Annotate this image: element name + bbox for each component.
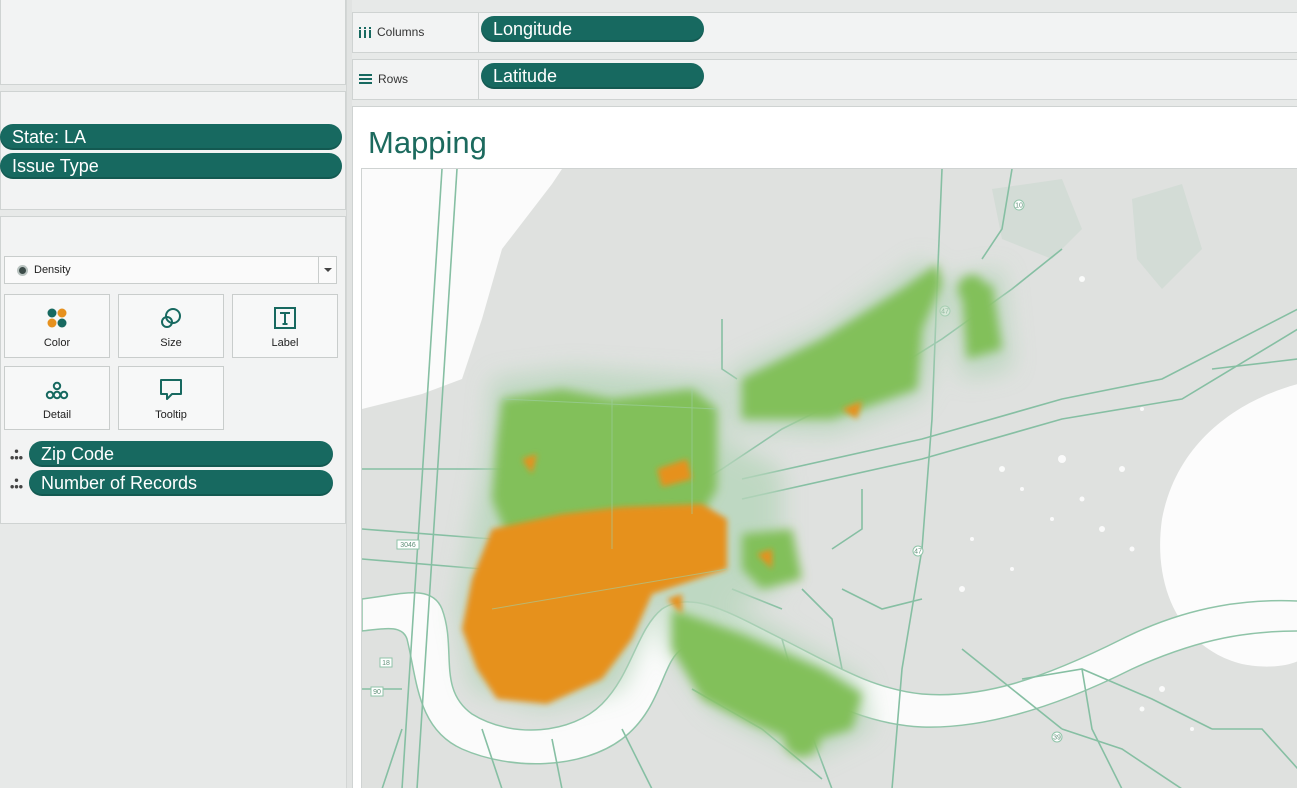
- filter-pill-issue-type[interactable]: Issue Type: [0, 153, 342, 179]
- mark-type-dropdown[interactable]: Density: [4, 256, 337, 284]
- tooltip-card-label: Tooltip: [155, 409, 187, 421]
- tooltip-icon: [160, 379, 182, 400]
- detail-card-label: Detail: [42, 409, 72, 421]
- columns-pill-longitude[interactable]: Longitude: [481, 16, 704, 42]
- map-view[interactable]: 10 47 47 39 18 90 3046: [361, 168, 1297, 788]
- svg-text:90: 90: [373, 689, 381, 696]
- rows-pill-latitude[interactable]: Latitude: [481, 63, 704, 89]
- color-icon: [47, 308, 67, 328]
- filter-pill-state[interactable]: State: LA: [0, 124, 342, 150]
- label-card-label: Label: [271, 337, 299, 349]
- size-card-label: Size: [160, 337, 182, 349]
- mark-type-label: Density: [34, 264, 71, 276]
- pages-pane: [0, 0, 346, 85]
- rows-icon: [359, 74, 372, 84]
- detail-field-icon: [10, 478, 23, 489]
- shelf-divider: [478, 13, 479, 52]
- filters-pane: State: LA Issue Type: [0, 91, 346, 210]
- sheet-title: Mapping: [368, 125, 487, 160]
- field-pill-number-of-records[interactable]: Number of Records: [29, 470, 333, 496]
- detail-card[interactable]: Detail: [4, 366, 110, 430]
- chevron-down-icon: [324, 268, 332, 272]
- detail-icon: [45, 381, 69, 400]
- label-card[interactable]: Label: [232, 294, 338, 358]
- size-icon: [161, 308, 181, 328]
- columns-shelf: Columns Longitude: [352, 12, 1297, 53]
- size-card[interactable]: Size: [118, 294, 224, 358]
- rows-shelf-label: Rows: [378, 72, 409, 86]
- columns-shelf-label: Columns: [377, 25, 425, 39]
- detail-field-icon: [10, 449, 23, 460]
- marks-pane: Density Color Size Label Detail Tooltip …: [0, 216, 346, 524]
- density-icon: [17, 265, 28, 276]
- color-card-label: Color: [43, 337, 71, 349]
- columns-shelf-header: Columns: [359, 25, 424, 39]
- svg-text:18: 18: [382, 660, 390, 667]
- svg-text:10: 10: [1015, 203, 1023, 210]
- tooltip-card[interactable]: Tooltip: [118, 366, 224, 430]
- density-map[interactable]: 10 47 47 39 18 90 3046: [362, 169, 1297, 788]
- svg-text:39: 39: [1053, 735, 1061, 742]
- columns-icon: [359, 26, 371, 38]
- text-label-icon: [274, 307, 296, 329]
- rows-shelf-header: Rows: [359, 72, 408, 86]
- svg-text:47: 47: [914, 549, 922, 556]
- shelf-divider: [478, 60, 479, 99]
- dropdown-button[interactable]: [318, 257, 336, 283]
- rows-shelf: Rows Latitude: [352, 59, 1297, 100]
- svg-text:3046: 3046: [400, 542, 416, 549]
- color-card[interactable]: Color: [4, 294, 110, 358]
- field-pill-zip-code[interactable]: Zip Code: [29, 441, 333, 467]
